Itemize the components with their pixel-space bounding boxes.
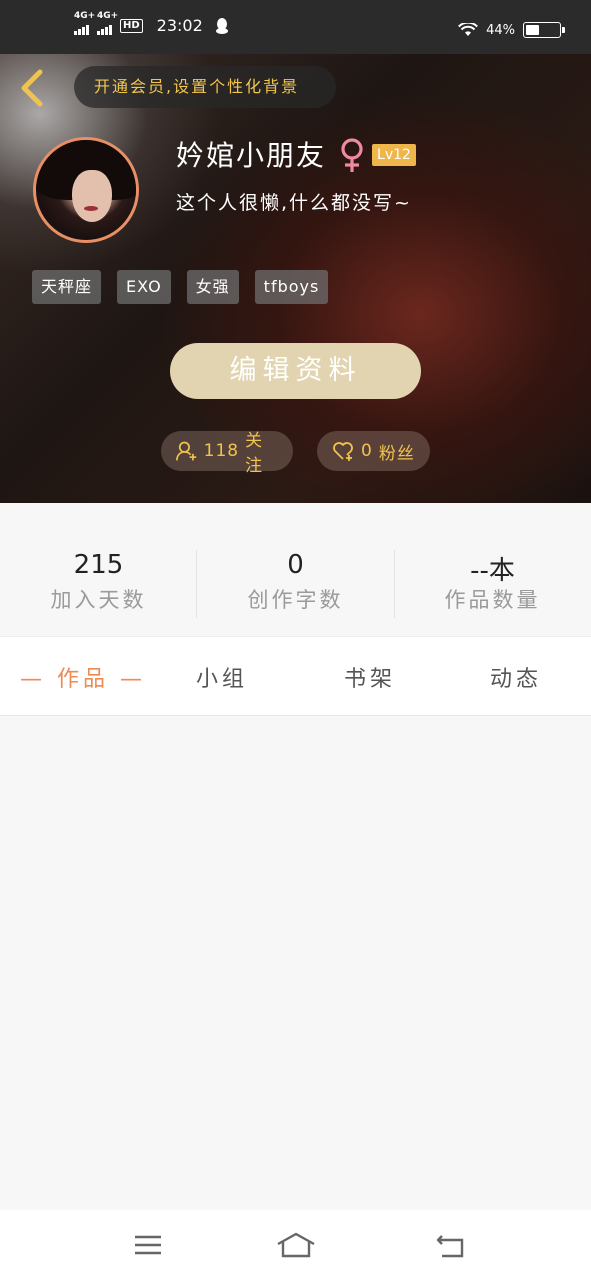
- stat-works-count: --本 作品数量: [394, 550, 591, 614]
- heart-plus-icon: [333, 442, 353, 461]
- network-type-label: 4G+: [74, 10, 96, 21]
- stat-value: 0: [287, 550, 304, 580]
- back-icon[interactable]: [434, 1230, 468, 1260]
- followers-button[interactable]: 0 粉丝: [317, 431, 430, 471]
- menu-icon[interactable]: [131, 1230, 165, 1260]
- female-icon: [341, 138, 363, 172]
- following-button[interactable]: 118 关注: [161, 431, 293, 476]
- add-user-icon: [176, 441, 197, 461]
- followers-count: 0: [361, 441, 373, 461]
- stat-label: 加入天数: [50, 588, 147, 612]
- edit-profile-button[interactable]: 编辑资料: [170, 343, 421, 399]
- level-badge: Lv12: [372, 144, 416, 166]
- username: 妗婠小朋友: [176, 139, 327, 172]
- back-arrow-icon[interactable]: [16, 68, 48, 108]
- clock: 23:02: [156, 16, 203, 35]
- qq-notification-icon: [215, 17, 228, 34]
- tab-groups[interactable]: 小组: [196, 661, 248, 693]
- stat-label: 作品数量: [444, 588, 541, 612]
- battery-percent: 44%: [486, 22, 515, 38]
- stat-value: --本: [470, 556, 515, 586]
- tag-list: 天秤座 EXO 女强 tfboys: [32, 270, 329, 304]
- status-bar: 4G+ 4G+ HD 23:02 44%: [0, 0, 591, 54]
- system-nav-bar: [0, 1210, 591, 1280]
- wifi-icon: [458, 23, 479, 36]
- stat-label: 创作字数: [247, 588, 344, 612]
- stat-word-count: 0 创作字数: [197, 550, 394, 614]
- stat-value: 215: [73, 550, 124, 580]
- hd-voice-badge: HD: [120, 18, 143, 33]
- profile-header: 开通会员,设置个性化背景 妗婠小朋友 Lv12 这个人很懒,什么都没写~ 天秤座…: [0, 54, 591, 503]
- following-label: 关注: [245, 431, 264, 476]
- home-icon[interactable]: [276, 1230, 316, 1260]
- bio-text: 这个人很懒,什么都没写~: [176, 192, 412, 214]
- tab-bar: — 作品 — 小组 书架 动态: [0, 636, 591, 716]
- tab-content: [0, 716, 591, 1210]
- followers-label: 粉丝: [378, 443, 415, 464]
- tag[interactable]: 天秤座: [32, 270, 102, 304]
- tab-activity[interactable]: 动态: [490, 661, 542, 693]
- tag[interactable]: tfboys: [254, 270, 329, 304]
- tag[interactable]: 女强: [186, 270, 239, 304]
- stat-days-joined: 215 加入天数: [0, 550, 197, 614]
- tab-bookshelf[interactable]: 书架: [344, 661, 396, 693]
- network-type-label: 4G+: [97, 10, 119, 21]
- tab-works[interactable]: — 作品 —: [20, 661, 146, 693]
- stats-panel: 215 加入天数 0 创作字数 --本 作品数量: [0, 503, 591, 636]
- battery-icon: [523, 22, 565, 38]
- signal-icon: 4G+: [74, 11, 95, 35]
- signal-icon: 4G+: [97, 11, 118, 35]
- avatar[interactable]: [33, 137, 139, 243]
- vip-background-banner[interactable]: 开通会员,设置个性化背景: [74, 66, 336, 108]
- tag[interactable]: EXO: [117, 270, 171, 304]
- following-count: 118: [203, 441, 240, 461]
